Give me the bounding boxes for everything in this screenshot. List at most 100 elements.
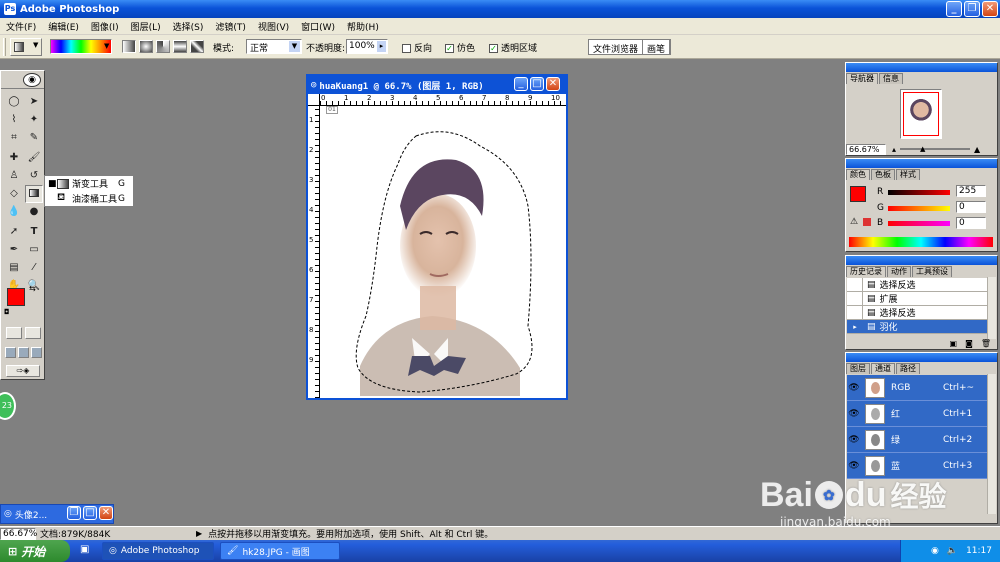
screen-mode-standard-icon[interactable] — [5, 347, 16, 358]
options-grip[interactable] — [3, 38, 6, 56]
volume-icon[interactable]: 🔈 — [947, 546, 958, 556]
panel-title-bar[interactable] — [846, 256, 997, 265]
zoom-slider[interactable]: ▲ — [900, 145, 971, 153]
menu-window[interactable]: 窗口(W) — [295, 20, 341, 33]
magic-wand-icon[interactable]: ✦ — [25, 111, 43, 129]
task-photoshop[interactable]: ◎ Adobe Photoshop — [102, 542, 214, 560]
tab-styles[interactable]: 样式 — [896, 169, 920, 180]
foreground-color-swatch[interactable] — [7, 288, 25, 306]
flyout-item-paint-bucket[interactable]: ⛾ 油漆桶工具 G — [45, 191, 133, 206]
image-canvas[interactable]: 01 — [320, 106, 566, 398]
menu-edit[interactable]: 编辑(E) — [42, 20, 85, 33]
gamut-warning-icon[interactable]: ⚠ — [850, 217, 858, 227]
gradient-tool-icon[interactable] — [25, 185, 43, 203]
chevron-right-icon[interactable]: ▶ — [196, 529, 202, 538]
doc-maximize-button[interactable]: □ — [530, 77, 544, 91]
menu-help[interactable]: 帮助(H) — [341, 20, 385, 33]
task-paint[interactable]: 🖌 hk28.JPG - 画图 — [220, 542, 340, 560]
transparency-checkbox[interactable]: ✓ 透明区域 — [489, 41, 537, 54]
mode-select[interactable]: 正常 ▼ — [246, 39, 302, 54]
linear-gradient-button[interactable] — [122, 40, 136, 53]
new-document-icon[interactable]: ▣ — [950, 339, 958, 349]
shape-icon[interactable]: ▭ — [25, 241, 43, 259]
doc-close-button[interactable]: ✕ — [546, 77, 560, 91]
history-item[interactable]: ▤ 扩展 — [847, 292, 987, 306]
reflected-gradient-button[interactable] — [173, 40, 187, 53]
tray-app-icon[interactable]: ◉ — [931, 546, 939, 556]
type-icon[interactable]: T — [25, 223, 43, 241]
history-item-selected[interactable]: ▸ ▤ 羽化 — [847, 320, 987, 334]
marquee-icon[interactable]: ◯ — [5, 93, 23, 111]
panel-title-bar[interactable] — [846, 63, 997, 72]
tab-paths[interactable]: 路径 — [896, 363, 920, 374]
minimize-button[interactable]: _ — [946, 1, 962, 17]
jump-to-imageready-icon[interactable]: ⇨◈ — [6, 365, 40, 377]
tab-history[interactable]: 历史记录 — [846, 266, 886, 277]
tab-navigator[interactable]: 导航器 — [846, 73, 878, 84]
diamond-gradient-button[interactable] — [190, 40, 204, 53]
tab-actions[interactable]: 动作 — [887, 266, 911, 277]
opacity-field[interactable]: 100% ▸ — [346, 39, 388, 54]
tool-preset-picker[interactable]: ▼ — [10, 38, 42, 56]
gradient-preview[interactable] — [50, 39, 112, 54]
eye-icon[interactable]: 👁 — [847, 435, 861, 445]
history-item[interactable]: ▤ 选择反选 — [847, 306, 987, 320]
r-slider[interactable] — [888, 190, 950, 195]
brush-icon[interactable]: 🖌 — [25, 149, 43, 167]
history-item[interactable]: ▤ 选择反选 — [847, 278, 987, 292]
restore-button[interactable]: ❐ — [964, 1, 980, 17]
minimized-document[interactable]: ◎ 头像2... ❐ □ ✕ — [0, 504, 114, 524]
radial-gradient-button[interactable] — [139, 40, 153, 53]
history-brush-icon[interactable]: ↺ — [25, 167, 43, 185]
quick-mask-icon[interactable] — [25, 327, 41, 339]
blur-icon[interactable]: 💧 — [5, 203, 23, 221]
close-button[interactable]: ✕ — [982, 1, 998, 17]
menu-layer[interactable]: 图层(L) — [125, 20, 167, 33]
tab-layers[interactable]: 图层 — [846, 363, 870, 374]
menu-view[interactable]: 视图(V) — [252, 20, 295, 33]
channel-row[interactable]: 👁 RGB Ctrl+~ — [847, 375, 987, 401]
ruler-left[interactable]: 1 2 3 4 5 6 7 8 9 — [308, 106, 320, 398]
menu-select[interactable]: 选择(S) — [167, 20, 210, 33]
navigator-thumbnail[interactable] — [900, 89, 942, 139]
eye-icon[interactable]: 👁 — [847, 383, 861, 393]
gamut-swatch[interactable] — [863, 218, 871, 226]
start-button[interactable]: ⊞ 开始 — [0, 540, 70, 562]
reverse-checkbox[interactable]: 反向 — [402, 41, 432, 54]
channel-row[interactable]: 👁 红 Ctrl+1 — [847, 401, 987, 427]
color-ramp[interactable] — [849, 237, 993, 247]
mini-close-button[interactable]: ✕ — [99, 506, 113, 520]
file-browser-tab[interactable]: 文件浏览器 — [589, 40, 644, 55]
healing-brush-icon[interactable]: ✚ — [5, 149, 23, 167]
notification-badge[interactable]: 23 — [0, 392, 16, 420]
color-foreground-swatch[interactable] — [850, 186, 866, 202]
eye-icon[interactable]: 👁 — [847, 461, 861, 471]
mini-maximize-button[interactable]: □ — [83, 506, 97, 520]
r-value-field[interactable]: 255 — [956, 185, 986, 197]
b-slider[interactable] — [888, 221, 950, 226]
move-icon[interactable]: ➤ — [25, 93, 43, 111]
flyout-item-gradient[interactable]: ■ 渐变工具 G — [45, 176, 133, 191]
screen-mode-full-menu-icon[interactable] — [18, 347, 29, 358]
crop-icon[interactable]: ⌗ — [5, 129, 23, 147]
standard-mode-icon[interactable] — [6, 327, 22, 339]
dither-checkbox[interactable]: ✓ 仿色 — [445, 41, 475, 54]
pen-icon[interactable]: ✒ — [5, 241, 23, 259]
snapshot-icon[interactable]: ◙ — [965, 339, 973, 349]
show-desktop-icon[interactable]: ▣ — [80, 544, 89, 555]
g-value-field[interactable]: 0 — [956, 201, 986, 213]
brushes-tab[interactable]: 画笔 — [643, 40, 671, 55]
navigator-zoom-field[interactable]: 66.67% — [846, 143, 886, 155]
tab-tool-presets[interactable]: 工具预设 — [912, 266, 952, 277]
tab-channels[interactable]: 通道 — [871, 363, 895, 374]
zoom-out-icon[interactable]: ▴ — [892, 145, 896, 154]
panel-title-bar[interactable] — [846, 159, 997, 168]
eyedropper-icon[interactable]: ⁄ — [25, 259, 43, 277]
screen-mode-full-icon[interactable] — [31, 347, 42, 358]
ruler-origin[interactable] — [308, 94, 320, 106]
default-colors-icon[interactable]: ◘ — [4, 308, 10, 316]
doc-minimize-button[interactable]: _ — [514, 77, 528, 91]
clone-stamp-icon[interactable]: ♙ — [5, 167, 23, 185]
status-doc-size[interactable]: 文档:879K/884K — [40, 527, 190, 540]
b-value-field[interactable]: 0 — [956, 217, 986, 229]
